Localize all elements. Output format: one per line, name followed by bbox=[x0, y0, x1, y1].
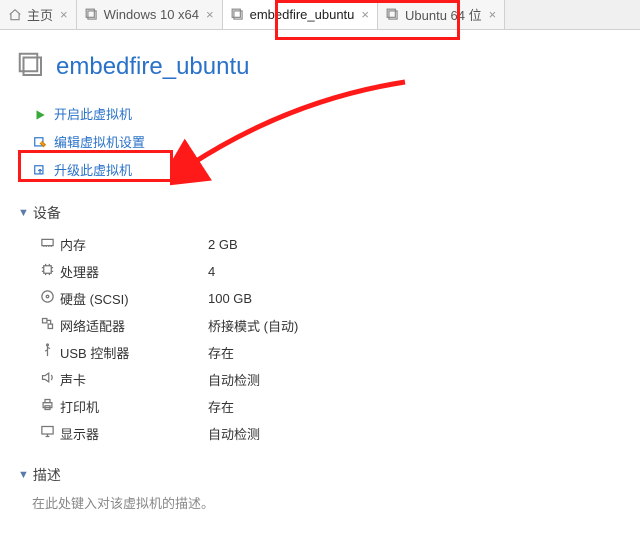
close-icon[interactable]: × bbox=[204, 7, 216, 22]
tab-label: embedfire_ubuntu bbox=[250, 7, 355, 22]
close-icon[interactable]: × bbox=[58, 7, 70, 22]
tab-label: 主页 bbox=[27, 5, 53, 24]
tab-ubuntu64[interactable]: Ubuntu 64 位 × bbox=[378, 0, 505, 29]
device-label: USB 控制器 bbox=[60, 346, 129, 361]
table-row[interactable]: USB 控制器 存在 bbox=[32, 339, 304, 366]
device-label: 显示器 bbox=[60, 427, 99, 442]
page-title: embedfire_ubuntu bbox=[56, 53, 249, 81]
action-label: 开启此虚拟机 bbox=[54, 105, 132, 125]
edit-icon bbox=[32, 136, 48, 150]
tab-windows10[interactable]: Windows 10 x64 × bbox=[77, 0, 223, 29]
tab-label: Windows 10 x64 bbox=[104, 7, 199, 22]
device-label: 打印机 bbox=[60, 400, 99, 415]
section-title: 描述 bbox=[33, 465, 61, 485]
device-value: 存在 bbox=[202, 393, 304, 420]
upgrade-icon bbox=[32, 164, 48, 178]
table-row[interactable]: 硬盘 (SCSI) 100 GB bbox=[32, 285, 304, 312]
description-placeholder[interactable]: 在此处键入对该虚拟机的描述。 bbox=[32, 493, 636, 512]
close-icon[interactable]: × bbox=[359, 7, 371, 22]
vm-large-icon bbox=[16, 50, 46, 83]
vm-icon bbox=[85, 8, 99, 22]
table-row[interactable]: 内存 2 GB bbox=[32, 231, 304, 258]
tab-embedfire-ubuntu[interactable]: embedfire_ubuntu × bbox=[223, 0, 378, 29]
tab-home[interactable]: 主页 × bbox=[0, 0, 77, 29]
device-value: 自动检测 bbox=[202, 420, 304, 447]
display-icon bbox=[38, 424, 56, 439]
power-on-action[interactable]: 开启此虚拟机 bbox=[30, 101, 640, 129]
device-value: 自动检测 bbox=[202, 366, 304, 393]
device-value: 存在 bbox=[202, 339, 304, 366]
vm-icon bbox=[231, 8, 245, 22]
description-section: ▼ 描述 在此处键入对该虚拟机的描述。 bbox=[18, 465, 636, 512]
upgrade-action[interactable]: 升级此虚拟机 bbox=[30, 157, 640, 185]
home-icon bbox=[8, 8, 22, 22]
caret-down-icon: ▼ bbox=[18, 469, 29, 481]
table-row[interactable]: 显示器 自动检测 bbox=[32, 420, 304, 447]
action-label: 编辑虚拟机设置 bbox=[54, 133, 145, 153]
table-row[interactable]: 处理器 4 bbox=[32, 258, 304, 285]
device-value: 100 GB bbox=[202, 285, 304, 312]
caret-down-icon: ▼ bbox=[18, 207, 29, 219]
cpu-icon bbox=[38, 262, 56, 277]
table-row[interactable]: 声卡 自动检测 bbox=[32, 366, 304, 393]
device-value: 2 GB bbox=[202, 231, 304, 258]
close-icon[interactable]: × bbox=[487, 7, 499, 22]
devices-table: 内存 2 GB 处理器 4 硬盘 (SCSI) 100 GB 网络适配器 桥接模… bbox=[32, 231, 304, 447]
title-row: embedfire_ubuntu bbox=[16, 50, 640, 83]
play-icon bbox=[32, 108, 48, 122]
action-label: 升级此虚拟机 bbox=[54, 161, 132, 181]
table-row[interactable]: 打印机 存在 bbox=[32, 393, 304, 420]
vm-summary-page: embedfire_ubuntu 开启此虚拟机 编辑虚拟机设置 升级此虚拟机 bbox=[0, 30, 640, 512]
devices-section: ▼ 设备 内存 2 GB 处理器 4 硬盘 (SCSI) 100 GB 网络适配… bbox=[18, 203, 636, 447]
device-label: 网络适配器 bbox=[60, 319, 125, 334]
printer-icon bbox=[38, 397, 56, 412]
sound-icon bbox=[38, 370, 56, 385]
device-value: 桥接模式 (自动) bbox=[202, 312, 304, 339]
tab-bar: 主页 × Windows 10 x64 × embedfire_ubuntu ×… bbox=[0, 0, 640, 30]
device-value: 4 bbox=[202, 258, 304, 285]
description-header[interactable]: ▼ 描述 bbox=[18, 465, 636, 485]
device-label: 处理器 bbox=[60, 265, 99, 280]
usb-icon bbox=[38, 343, 56, 358]
section-title: 设备 bbox=[33, 203, 61, 223]
tab-label: Ubuntu 64 位 bbox=[405, 5, 482, 24]
table-row[interactable]: 网络适配器 桥接模式 (自动) bbox=[32, 312, 304, 339]
device-label: 内存 bbox=[60, 238, 86, 253]
vm-actions: 开启此虚拟机 编辑虚拟机设置 升级此虚拟机 bbox=[30, 101, 640, 185]
memory-icon bbox=[38, 235, 56, 250]
vm-icon bbox=[386, 8, 400, 22]
devices-header[interactable]: ▼ 设备 bbox=[18, 203, 636, 223]
edit-settings-action[interactable]: 编辑虚拟机设置 bbox=[30, 129, 640, 157]
device-label: 硬盘 (SCSI) bbox=[60, 292, 129, 307]
network-icon bbox=[38, 316, 56, 331]
device-label: 声卡 bbox=[60, 373, 86, 388]
disk-icon bbox=[38, 289, 56, 304]
